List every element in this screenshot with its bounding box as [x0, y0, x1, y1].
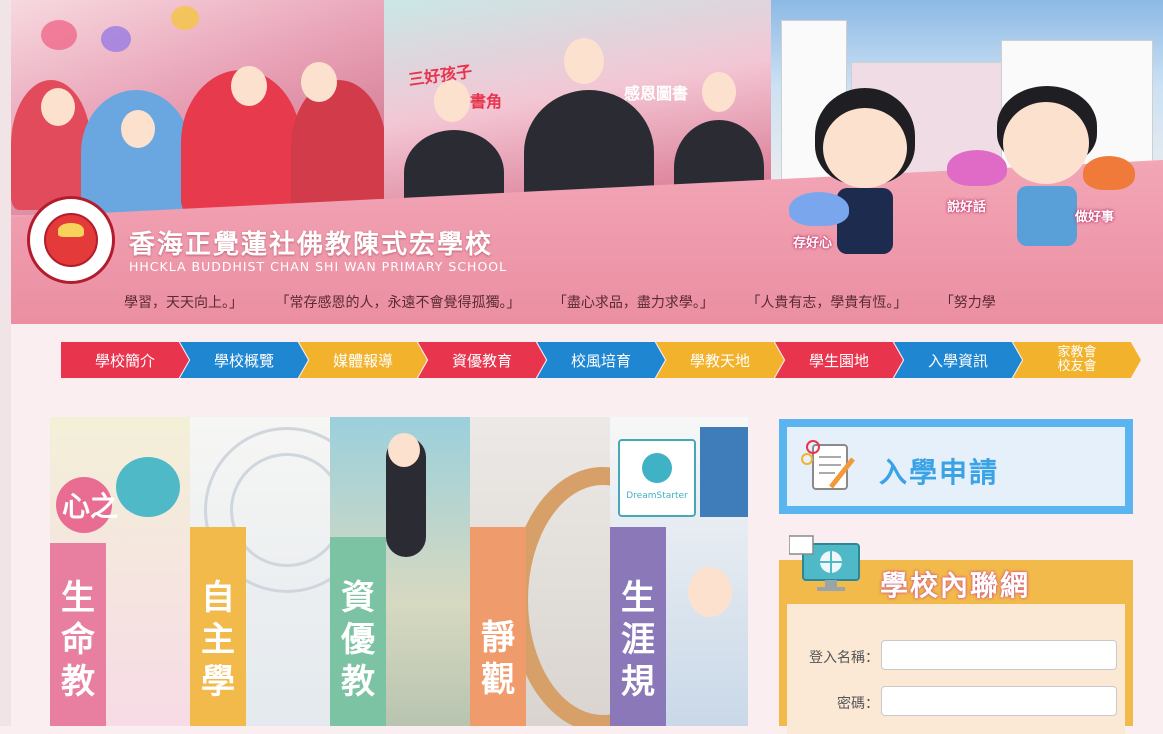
intranet-login-form: 登入名稱： 密碼： [787, 604, 1125, 734]
nav-student-corner[interactable]: 學生園地 [775, 342, 903, 378]
school-intranet-title: 學校內聯網 [880, 569, 1031, 602]
heart-decoration [101, 26, 131, 52]
motto-item: 學習，天天向上。」 [124, 295, 243, 311]
tile-mindfulness[interactable]: 靜觀 [470, 417, 610, 726]
password-input[interactable] [881, 686, 1117, 716]
nav-admission-info[interactable]: 入學資訊 [894, 342, 1022, 378]
username-label: 登入名稱： [809, 650, 879, 666]
school-intranet-panel: 學校內聯網 登入名稱： 密碼： [779, 535, 1133, 734]
banner-photo-students-hearts [11, 0, 386, 215]
nav-media-reports[interactable]: 媒體報導 [299, 342, 427, 378]
tile-life-planning[interactable]: DreamStarter 生涯規 [610, 417, 748, 726]
tile-gifted-education[interactable]: 資優教 [330, 417, 470, 726]
tile-label-life-planning: 生涯規 [621, 578, 655, 702]
nav-gifted-education[interactable]: 資優教育 [418, 342, 546, 378]
username-row: 登入名稱： [795, 640, 1125, 672]
nav-school-culture[interactable]: 校風培育 [537, 342, 665, 378]
motto-item: 「努力學 [939, 295, 996, 311]
cartoon-label-keep-good-heart: 存好心 [793, 236, 833, 251]
nav-alumni-label: 校友會 [1057, 359, 1097, 374]
main-navigation: 學校簡介 學校概覽 媒體報導 資優教育 校風培育 學教天地 學生園地 入學資訊 … [61, 342, 1141, 378]
cartoon-boy-illustration [947, 86, 1135, 278]
nav-pta-label: 家教會 [1057, 345, 1097, 360]
motto-item: 「常存感恩的人，永遠不會覺得孤獨。」 [275, 295, 521, 311]
motto-item: 「盡心求品，盡力求學。」 [552, 295, 714, 311]
lotus-icon [947, 150, 1007, 186]
page-left-edge [0, 0, 11, 726]
lotus-icon [789, 192, 849, 226]
motto-item: 「人貴有志，學貴有恆。」 [746, 295, 908, 311]
password-row: 密碼： [795, 686, 1125, 718]
admission-application-button[interactable]: 入學申請 [779, 419, 1133, 514]
feature-mosaic: 心之 生命教 自主學 資優教 靜觀 DreamStarter 生涯規 [50, 417, 748, 726]
computer-monitor-icon [789, 535, 860, 591]
heart-decoration [41, 20, 77, 50]
nav-pta-alumni[interactable]: 家教會 校友會 [1013, 342, 1141, 378]
nav-school-overview[interactable]: 學校概覽 [180, 342, 308, 378]
username-input[interactable] [881, 640, 1117, 670]
dreamstarter-logo: DreamStarter [618, 439, 696, 517]
dreamstarter-logo-text: DreamStarter [626, 491, 688, 501]
heart-decoration [171, 6, 199, 30]
school-name-chinese: 香海正覺蓮社佛教陳式宏學校 [129, 230, 494, 260]
password-label: 密碼： [837, 696, 879, 712]
nav-school-intro[interactable]: 學校簡介 [61, 342, 189, 378]
admission-application-title: 入學申請 [879, 456, 1000, 489]
lotus-icon [1083, 156, 1135, 190]
school-name-english: HHCKLA BUDDHIST CHAN SHI WAN PRIMARY SCH… [129, 259, 508, 274]
document-pen-icon [801, 440, 855, 490]
motto-marquee: 學習，天天向上。」 「常存感恩的人，永遠不會覺得孤獨。」 「盡心求品，盡力求學。… [11, 288, 1163, 316]
tile-label-gifted-education: 資優教 [341, 578, 375, 702]
header-banner: 三好孩子 好書角 感恩圖書 香海正覺蓮社佛教陳式宏學校 HHCKLA BUDDH… [11, 0, 1163, 324]
nav-learning-teaching[interactable]: 學教天地 [656, 342, 784, 378]
cartoon-label-speak-good-words: 說好話 [947, 200, 987, 215]
school-crest-logo [27, 196, 115, 284]
tile-label-mindfulness: 靜觀 [481, 618, 515, 700]
library-sign-right: 感恩圖書 [624, 84, 689, 103]
tile-heart-char: 心之 [62, 490, 119, 523]
tile-self-directed-learning[interactable]: 自主學 [190, 417, 330, 726]
tile-label-self-learning: 自主學 [201, 578, 235, 702]
tile-label-life-education: 生命教 [61, 578, 95, 702]
cartoon-label-do-good-deeds: 做好事 [1075, 210, 1115, 225]
tile-life-education[interactable]: 心之 生命教 [50, 417, 190, 726]
